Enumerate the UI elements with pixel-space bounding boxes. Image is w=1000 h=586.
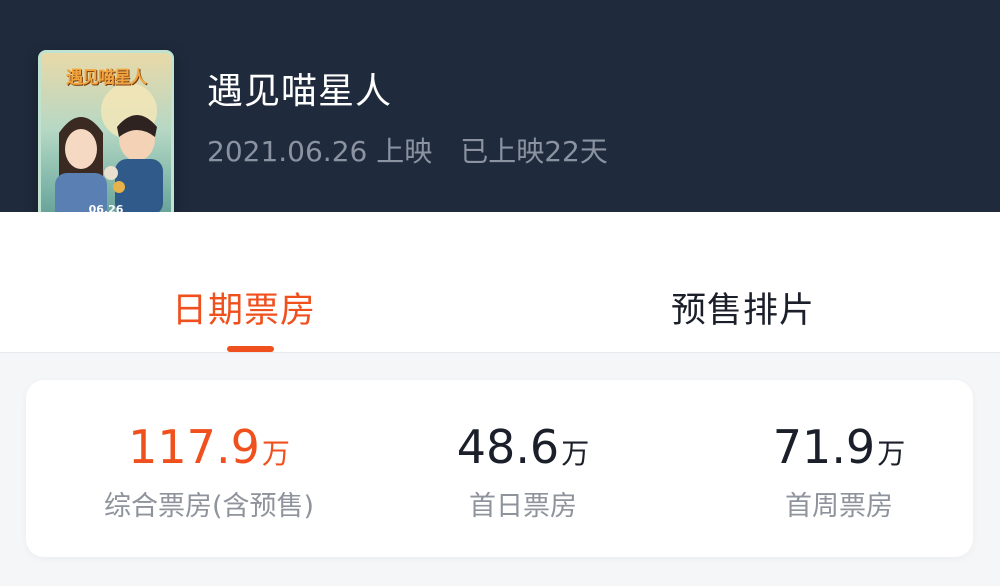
- stat-label: 首日票房: [469, 491, 577, 522]
- stat-value: 71.9万: [689, 420, 989, 474]
- stat-value: 48.6万: [373, 420, 673, 474]
- days-showing: 已上映22天: [460, 135, 608, 168]
- stat-label: 综合票房(含预售): [103, 491, 315, 522]
- release-info: 2021.06.26 上映 已上映22天: [207, 130, 608, 170]
- active-tab-indicator: [227, 346, 274, 352]
- tab-bar: 日期票房 预售排片: [0, 212, 1000, 353]
- stat-number: 71.9: [772, 420, 876, 474]
- stat-total-box-office: 117.9万 综合票房(含预售): [59, 420, 359, 523]
- stat-unit: 万: [261, 437, 290, 470]
- stat-number: 117.9: [128, 420, 260, 474]
- tab-daily-box-office[interactable]: 日期票房: [172, 282, 316, 333]
- poster-title-art: 遇见喵星人: [66, 68, 147, 88]
- stat-first-day-box-office: 48.6万 首日票房: [373, 420, 673, 523]
- stat-unit: 万: [877, 437, 906, 470]
- stat-unit: 万: [561, 437, 590, 470]
- movie-header: 遇见喵星人 06.26 遇见喵星人 2021.06.26 上映 已上映22天: [0, 0, 1000, 248]
- box-office-summary-card: 117.9万 综合票房(含预售) 48.6万 首日票房 71.9万 首周票房: [26, 380, 973, 557]
- movie-title: 遇见喵星人: [207, 71, 393, 112]
- stat-label: 首周票房: [785, 491, 893, 522]
- release-date: 2021.06.26 上映: [207, 135, 433, 168]
- stat-number: 48.6: [456, 420, 560, 474]
- tab-presale-schedule[interactable]: 预售排片: [671, 282, 815, 333]
- stat-value: 117.9万: [59, 420, 359, 474]
- stat-first-week-box-office: 71.9万 首周票房: [689, 420, 989, 523]
